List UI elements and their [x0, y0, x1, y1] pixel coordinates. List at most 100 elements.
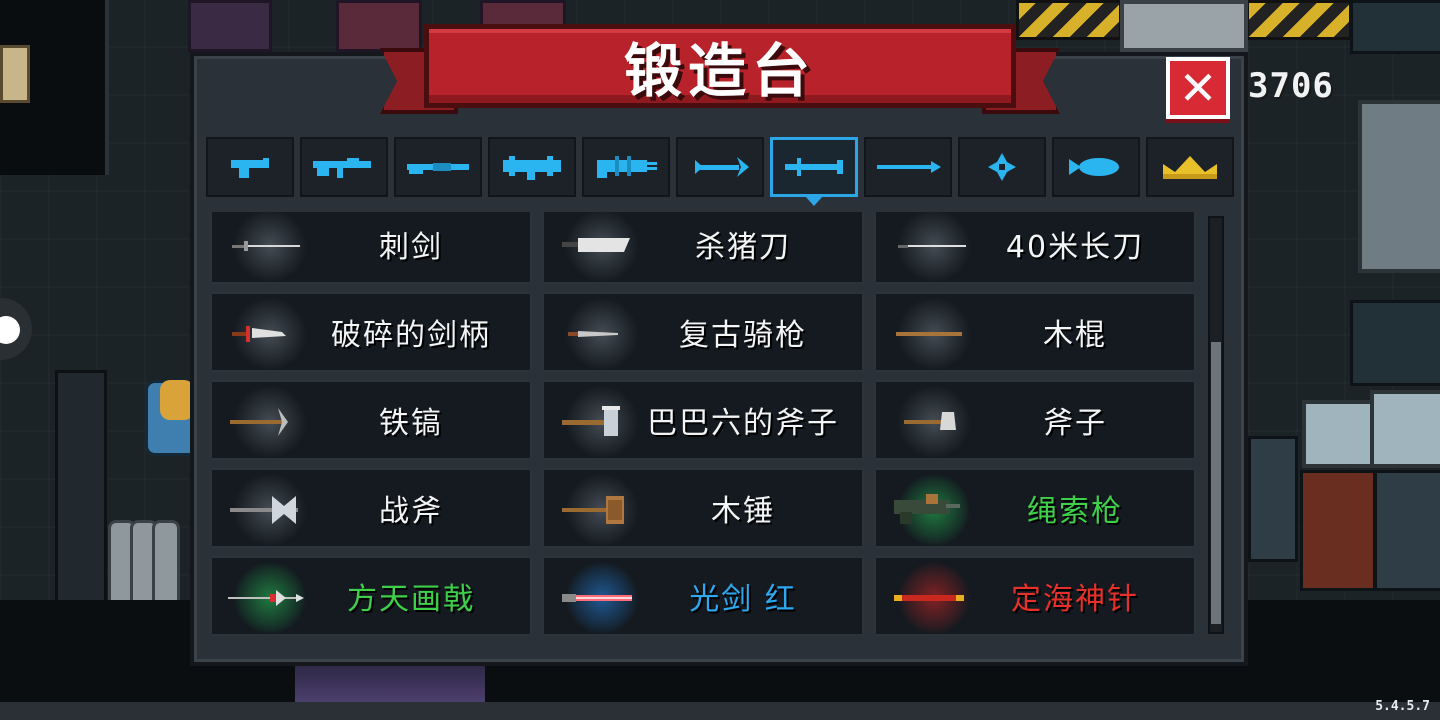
weapon-name: 木锤 — [711, 494, 775, 529]
crate — [1248, 436, 1298, 562]
weapon-item[interactable]: 战斧 — [210, 468, 532, 548]
weapon-item[interactable]: 铁镐 — [210, 380, 532, 460]
weapon-item[interactable]: 40米长刀 — [874, 212, 1196, 284]
tab-gatling[interactable] — [582, 137, 670, 197]
launcher-icon — [503, 156, 561, 180]
tab-pistol[interactable] — [206, 137, 294, 197]
weapon-row: 方天画戟 光剑 红 定海神针 — [210, 556, 1200, 636]
weapon-row: 破碎的剑柄 复古骑枪 木棍 — [210, 292, 1200, 376]
crate — [1350, 0, 1440, 54]
weapon-item[interactable]: 光剑 红 — [542, 556, 864, 636]
version-label: 5.4.5.7 — [1375, 699, 1430, 714]
tab-rifle[interactable] — [300, 137, 388, 197]
crate — [1350, 300, 1440, 386]
melee-icon — [785, 158, 843, 176]
spear-icon — [877, 161, 941, 173]
crown-icon — [1163, 156, 1217, 179]
weapon-name: 杀猪刀 — [695, 230, 791, 265]
weapon-shelf — [188, 0, 272, 52]
tab-shuriken[interactable] — [958, 137, 1046, 197]
machine — [1302, 400, 1380, 468]
wood-hammer-icon — [562, 496, 624, 524]
tab-spear[interactable] — [864, 137, 952, 197]
rapier-icon — [232, 241, 300, 251]
weapon-item[interactable]: 绳索枪 — [874, 468, 1196, 548]
pickaxe-icon — [230, 408, 288, 436]
weapon-row: 刺剑 杀猪刀 40米长刀 — [210, 212, 1200, 296]
shuriken-icon — [988, 153, 1016, 181]
weapon-category-tabs — [206, 137, 1234, 206]
weapon-name: 刺剑 — [379, 230, 443, 265]
golden-staff-icon — [894, 595, 964, 601]
shotgun-icon — [407, 163, 469, 174]
weapon-item[interactable]: 杀猪刀 — [542, 212, 864, 284]
weapon-item[interactable]: 定海神针 — [874, 556, 1196, 636]
gatling-icon — [597, 156, 657, 178]
tab-fish[interactable] — [1052, 137, 1140, 197]
big-axe-icon — [562, 406, 620, 436]
selected-tab-indicator — [805, 196, 823, 206]
weapon-name: 木棍 — [1043, 318, 1107, 353]
rifle-icon — [313, 158, 371, 178]
scrollbar-thumb[interactable] — [1211, 342, 1221, 624]
notice-board — [0, 45, 30, 103]
gold-counter: 3706 — [1248, 66, 1334, 106]
sliding-door — [1120, 0, 1248, 52]
weapon-name: 绳索枪 — [1027, 494, 1123, 529]
player-character-hair — [160, 380, 194, 420]
bow-icon — [695, 157, 749, 177]
weapon-item[interactable]: 斧子 — [874, 380, 1196, 460]
weapon-item[interactable]: 木棍 — [874, 292, 1196, 372]
page-title: 锻造台 — [623, 37, 816, 105]
close-button[interactable]: ✕ — [1166, 57, 1230, 119]
weapon-list: 刺剑 杀猪刀 40米长刀 破碎的剑柄 复古骑枪 木棍 铁镐 巴巴六的斧子 斧子 … — [210, 212, 1200, 636]
weapon-name: 定海神针 — [1011, 582, 1139, 617]
tab-bow[interactable] — [676, 137, 764, 197]
weapon-name: 战斧 — [379, 494, 443, 529]
machine — [1370, 390, 1440, 468]
weapon-name: 方天画戟 — [347, 582, 475, 617]
weapon-name: 斧子 — [1043, 406, 1107, 441]
weapon-name: 复古骑枪 — [679, 318, 807, 353]
lance-icon — [568, 331, 618, 337]
weapon-item[interactable]: 刺剑 — [210, 212, 532, 284]
weapon-item[interactable]: 破碎的剑柄 — [210, 292, 532, 372]
weapon-name: 破碎的剑柄 — [331, 318, 491, 353]
rope-gun-icon — [894, 494, 960, 524]
weapon-name: 光剑 红 — [689, 582, 797, 617]
broken-hilt-icon — [232, 326, 286, 342]
fish-icon — [1069, 158, 1119, 176]
cleaver-icon — [562, 238, 630, 252]
weapon-item[interactable]: 复古骑枪 — [542, 292, 864, 372]
lightsaber-icon — [562, 594, 632, 602]
weapon-row: 战斧 木锤 绳索枪 — [210, 468, 1200, 552]
weapon-name: 巴巴六的斧子 — [647, 406, 839, 441]
weapon-item[interactable]: 方天画戟 — [210, 556, 532, 636]
tab-shotgun[interactable] — [394, 137, 482, 197]
weapon-row: 铁镐 巴巴六的斧子 斧子 — [210, 380, 1200, 464]
pistol-icon — [231, 158, 269, 178]
weapon-name: 铁镐 — [379, 406, 443, 441]
axe-icon — [904, 412, 956, 430]
weapon-item[interactable]: 木锤 — [542, 468, 864, 548]
gas-tank — [152, 520, 180, 606]
tab-melee[interactable] — [770, 137, 858, 206]
battle-axe-icon — [230, 496, 298, 524]
long-blade-icon — [898, 245, 966, 248]
stick-icon — [896, 332, 962, 336]
crate — [1300, 470, 1376, 591]
halberd-icon — [228, 590, 304, 606]
tab-launcher[interactable] — [488, 137, 576, 197]
tab-crown[interactable] — [1146, 137, 1234, 197]
hazard-stripe — [1246, 0, 1352, 40]
crate — [1374, 470, 1440, 591]
banner-ribbon: 锻造台 — [424, 24, 1016, 108]
close-icon: ✕ — [1178, 61, 1218, 115]
weapon-item[interactable]: 巴巴六的斧子 — [542, 380, 864, 460]
list-scrollbar[interactable] — [1208, 216, 1224, 634]
floor-strip — [0, 702, 1440, 720]
weapon-name: 40米长刀 — [1005, 230, 1145, 265]
pillar — [55, 370, 107, 616]
title-banner: 锻造台 — [380, 20, 1060, 116]
machine — [1358, 100, 1440, 273]
